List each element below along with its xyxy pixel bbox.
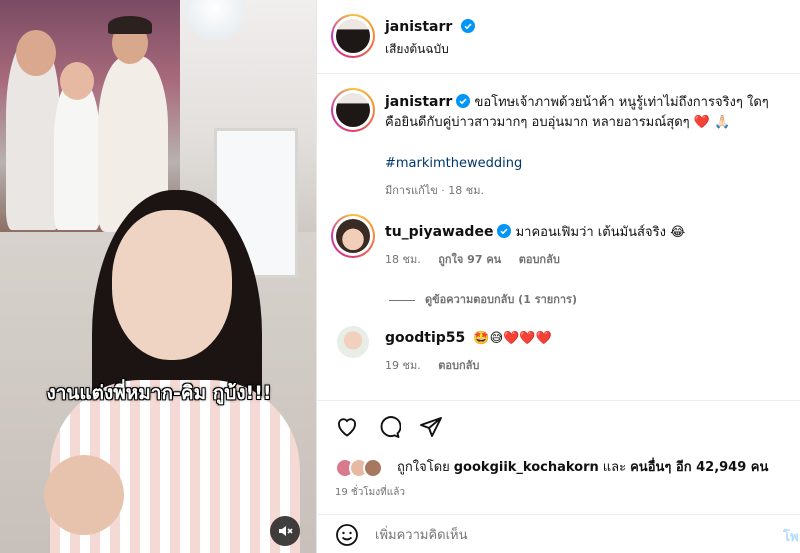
comment-1-time: 18 ชม. xyxy=(385,253,421,266)
verified-badge-icon xyxy=(456,94,471,108)
liker-avatar[interactable] xyxy=(363,458,383,478)
post-time: 19 ชั่วโมงที่แล้ว xyxy=(335,487,405,498)
view-replies-button[interactable]: ดูข้อความตอบกลับ (1 รายการ) xyxy=(389,290,577,308)
commenter-avatar[interactable] xyxy=(331,214,375,258)
author-avatar[interactable] xyxy=(331,14,375,58)
view-replies-label: ดูข้อความตอบกลับ (1 รายการ) xyxy=(425,293,577,306)
verified-badge-icon xyxy=(497,224,512,238)
commenter-avatar[interactable] xyxy=(337,326,369,358)
speaker-muted-icon xyxy=(279,526,293,536)
hashtag-link[interactable]: #markimthewedding xyxy=(385,156,522,171)
comment-1: tu_piyawadee มาคอนเฟิมว่า เต้นมันส์จริง … xyxy=(385,222,785,243)
author-username[interactable]: janistarr xyxy=(385,19,452,35)
post-header: janistarr เสียงต้นฉบับ xyxy=(317,0,800,74)
audio-label[interactable]: เสียงต้นฉบับ xyxy=(385,40,449,59)
caption-emojis: ❤️ 🙏🏻 xyxy=(693,115,731,130)
caption-username[interactable]: janistarr xyxy=(385,94,452,110)
likes-prefix: ถูกใจโดย xyxy=(397,460,450,475)
comment-1-meta: 18 ชม. ถูกใจ 97 คน ตอบกลับ xyxy=(385,250,560,268)
verified-badge-icon xyxy=(461,19,476,33)
comment-1-reply-button[interactable]: ตอบกลับ xyxy=(519,253,560,266)
caption-author-avatar[interactable] xyxy=(331,88,375,132)
comment-2: goodtip55 🤩😅❤️❤️❤️ xyxy=(385,328,785,349)
comment-2-time: 19 ชม. xyxy=(385,359,421,372)
share-button[interactable] xyxy=(417,413,445,441)
comment-2-emojis: 🤩😅❤️❤️❤️ xyxy=(473,331,552,346)
likes-others[interactable]: คนอื่นๆ อีก 42,949 คน xyxy=(630,458,768,478)
caption-meta: มีการแก้ไข · 18 ชม. xyxy=(385,184,484,197)
post-media[interactable]: งานแต่งพี่หมาก-คิม กูบ้ง!!! xyxy=(0,0,316,553)
comment-1-likes[interactable]: ถูกใจ 97 คน xyxy=(438,253,501,266)
comment-2-username[interactable]: goodtip55 xyxy=(385,330,465,346)
comment-button[interactable] xyxy=(375,413,403,441)
speech-bubble-icon xyxy=(380,416,401,438)
likes-summary: ถูกใจโดย gookgiik_kochakorn และ คนอื่นๆ … xyxy=(335,456,768,480)
hand-image xyxy=(44,455,124,535)
woman-face-image xyxy=(112,210,232,360)
comment-input[interactable] xyxy=(375,523,735,547)
comment-2-meta: 19 ชม. ตอบกลับ xyxy=(385,356,479,374)
heart-icon xyxy=(338,418,356,437)
divider-line xyxy=(389,299,415,301)
smiley-face-icon xyxy=(336,524,358,546)
comment-1-text: มาคอนเฟิมว่า เต้นมันส์จริง xyxy=(515,225,666,240)
video-text-overlay: งานแต่งพี่หมาก-คิม กูบ้ง!!! xyxy=(46,382,272,404)
comment-1-emoji: 😂 xyxy=(670,225,686,240)
likes-conj: และ xyxy=(602,460,627,475)
like-button[interactable] xyxy=(333,413,361,441)
likes-user[interactable]: gookgiik_kochakorn xyxy=(454,458,599,478)
post-caption: janistarr ขอโทษเจ้าภาพด้วยน้าค้า หนูรู้เ… xyxy=(385,92,785,133)
post-comment-button[interactable]: โพ xyxy=(783,526,799,547)
paper-plane-icon xyxy=(420,417,442,437)
mute-toggle-button[interactable] xyxy=(270,516,300,546)
post-details-panel: janistarr เสียงต้นฉบับ janistarr ขอโทษเจ… xyxy=(316,0,800,553)
comment-1-username[interactable]: tu_piyawadee xyxy=(385,224,493,240)
emoji-picker-button[interactable] xyxy=(333,521,361,549)
action-bar xyxy=(317,400,800,446)
comment-input-bar: โพ xyxy=(317,514,800,553)
comment-2-reply-button[interactable]: ตอบกลับ xyxy=(438,359,479,372)
